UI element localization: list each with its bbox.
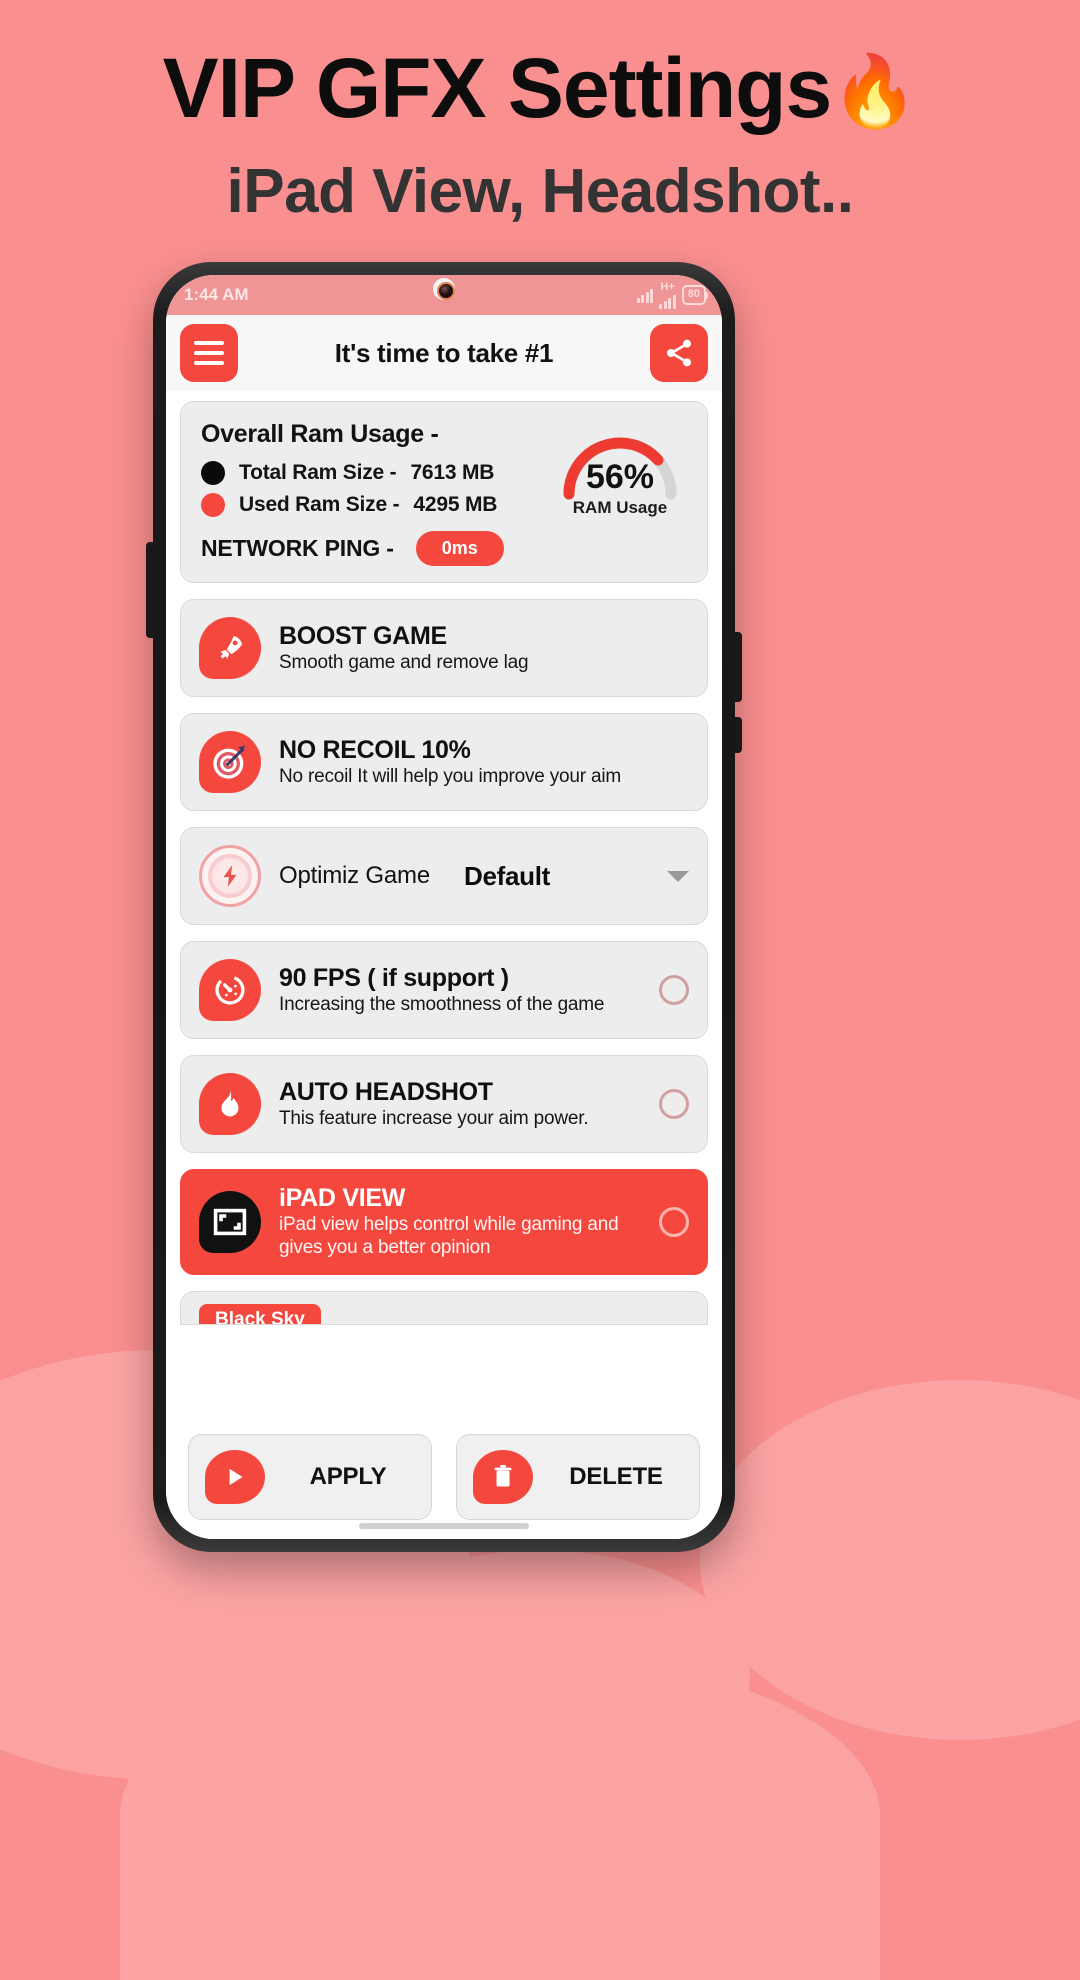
network-ping-badge: 0ms — [415, 531, 504, 566]
toggle-radio-90-fps[interactable] — [659, 975, 689, 1005]
menu-button[interactable] — [180, 324, 238, 382]
optimiz-selected-value: Default — [463, 860, 550, 891]
settings-list[interactable]: Overall Ram Usage - Total Ram Size - 761… — [166, 391, 722, 1455]
apply-button[interactable]: APPLY — [188, 1434, 432, 1520]
phone-volume-button — [734, 632, 742, 702]
optimiz-label: Optimiz Game — [279, 862, 430, 889]
peek-label: Black Sky — [199, 1303, 321, 1324]
used-ram-dot-icon — [201, 493, 225, 517]
ram-gauge: 56% RAM Usage — [555, 428, 685, 517]
bolt-icon — [199, 845, 261, 907]
feature-description: Smooth game and remove lag — [279, 651, 529, 673]
feature-title: NO RECOIL 10% — [279, 735, 471, 764]
feature-description: This feature increase your aim power. — [279, 1107, 589, 1129]
gauge-caption: RAM Usage — [572, 498, 668, 517]
signal-bars-icon — [636, 288, 654, 303]
toggle-radio-auto-headshot[interactable] — [659, 1089, 689, 1119]
background-blob — [120, 1650, 880, 1980]
share-button[interactable] — [650, 324, 708, 382]
phone-mockup: 1:44 AM H+ 80 It's time to take #1 Overa… — [146, 262, 742, 1552]
front-camera — [433, 278, 455, 300]
delete-button[interactable]: DELETE — [456, 1434, 700, 1520]
feature-title: AUTO HEADSHOT — [279, 1077, 493, 1106]
feature-title: 90 FPS ( if support ) — [279, 963, 509, 992]
home-indicator — [359, 1523, 529, 1529]
feature-text: NO RECOIL 10% No recoil It will help you… — [279, 736, 689, 789]
toggle-radio-ipad-view[interactable] — [659, 1206, 689, 1237]
promo-title-text: VIP GFX Settings — [162, 41, 833, 135]
trash-icon — [473, 1450, 533, 1504]
speedometer-icon — [199, 959, 261, 1021]
total-ram-dot-icon — [201, 461, 225, 485]
network-ping-row: NETWORK PING - 0ms — [201, 531, 687, 566]
feature-boost-game[interactable]: BOOST GAME Smooth game and remove lag — [180, 599, 708, 697]
total-ram-value: 7613 MB — [410, 461, 495, 484]
app-bar: It's time to take #1 — [166, 315, 722, 391]
play-icon — [205, 1450, 265, 1504]
phone-power-button — [734, 717, 742, 753]
feature-text: AUTO HEADSHOT This feature increase your… — [279, 1078, 641, 1131]
promo-header: VIP GFX Settings🔥 iPad View, Headshot.. — [0, 0, 1080, 226]
feature-description: Increasing the smoothness of the game — [279, 993, 605, 1015]
feature-text: BOOST GAME Smooth game and remove lag — [279, 622, 689, 675]
toggle-ipad-view[interactable]: iPAD VIEW iPad view helps control while … — [180, 1169, 708, 1275]
background-blob — [700, 1380, 1080, 1740]
peek-next-card[interactable]: Black Sky — [180, 1290, 708, 1325]
promo-title: VIP GFX Settings🔥 — [0, 44, 1080, 132]
total-ram-label: Total Ram Size - — [239, 461, 397, 484]
status-icons: H+ 80 — [636, 280, 709, 309]
phone-side-button — [146, 542, 154, 638]
ram-usage-card: Overall Ram Usage - Total Ram Size - 761… — [180, 401, 708, 583]
apply-label: APPLY — [309, 1463, 387, 1490]
feature-title: BOOST GAME — [279, 621, 447, 650]
target-icon — [199, 731, 261, 793]
used-ram-value: 4295 MB — [413, 493, 498, 516]
hamburger-icon — [194, 341, 224, 365]
gauge-percent: 56% — [585, 458, 655, 496]
promo-subtitle: iPad View, Headshot.. — [226, 157, 854, 227]
status-time: 1:44 AM — [184, 285, 249, 304]
feature-text: iPAD VIEW iPad view helps control while … — [279, 1184, 641, 1260]
expand-icon — [199, 1190, 261, 1253]
share-icon — [667, 339, 691, 367]
feature-text: 90 FPS ( if support ) Increasing the smo… — [279, 964, 641, 1017]
network-type-label: H+ — [660, 280, 675, 293]
feature-description: iPad view helps control while gaming and… — [279, 1214, 619, 1258]
toggle-90-fps[interactable]: 90 FPS ( if support ) Increasing the smo… — [180, 941, 708, 1039]
used-ram-label: Used Ram Size - — [239, 493, 400, 516]
phone-screen: 1:44 AM H+ 80 It's time to take #1 Overa… — [166, 275, 722, 1539]
flame-icon — [199, 1073, 261, 1135]
signal-bars-icon — [659, 294, 676, 309]
network-ping-label: NETWORK PING - — [201, 535, 394, 561]
feature-no-recoil[interactable]: NO RECOIL 10% No recoil It will help you… — [180, 713, 708, 811]
fire-icon: 🔥 — [831, 52, 918, 130]
chevron-down-icon[interactable] — [667, 870, 689, 882]
rocket-icon — [199, 617, 261, 679]
feature-title: iPAD VIEW — [279, 1184, 406, 1212]
optimiz-game-row[interactable]: Optimiz Game Default — [180, 827, 708, 925]
page-title: It's time to take #1 — [334, 337, 554, 368]
delete-label: DELETE — [569, 1463, 663, 1490]
battery-icon: 80 — [681, 285, 709, 305]
feature-description: No recoil It will help you improve your … — [279, 765, 621, 787]
network-type-indicator: H+ — [659, 280, 676, 309]
toggle-auto-headshot[interactable]: AUTO HEADSHOT This feature increase your… — [180, 1055, 708, 1153]
bottom-action-bar: APPLY DELETE — [166, 1415, 722, 1539]
